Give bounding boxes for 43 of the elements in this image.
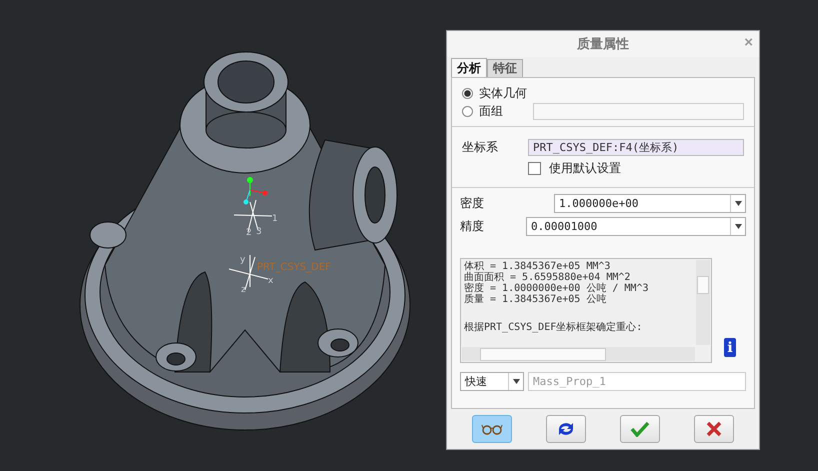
result-line: 体积 = 1.3845367e+05 MM^3 xyxy=(464,261,610,272)
info-icon[interactable]: i xyxy=(724,338,736,357)
density-dropdown[interactable]: 1.000000e+00 xyxy=(554,194,746,213)
caret-icon xyxy=(512,379,520,384)
result-line: 根据PRT_CSYS_DEF坐标框架确定重心: xyxy=(464,322,642,333)
tab[interactable]: 分析 xyxy=(451,58,487,77)
field-label: 密度 xyxy=(460,195,485,212)
axis-label: 2 xyxy=(246,228,252,238)
preview-button[interactable] xyxy=(472,415,512,443)
cancel-button[interactable] xyxy=(694,415,734,443)
radio-button[interactable] xyxy=(462,106,473,116)
radio-label: 实体几何 xyxy=(479,84,527,102)
result-line: 质量 = 1.3845367e+05 公吨 xyxy=(464,294,606,305)
axis-label: 1 xyxy=(272,214,278,224)
checkmark-icon xyxy=(630,421,650,437)
accuracy-dropdown[interactable]: 0.00001000 xyxy=(526,217,746,236)
dialog-title: 质量属性 xyxy=(577,36,629,53)
axis-label: x xyxy=(268,276,274,286)
refresh-icon xyxy=(556,420,576,438)
radio-button[interactable] xyxy=(462,88,473,98)
checkbox[interactable] xyxy=(528,162,541,175)
axis-label: y xyxy=(240,255,246,265)
vertical-scrollbar[interactable] xyxy=(696,260,710,345)
tab[interactable]: 特征 xyxy=(487,59,523,77)
radio-label: 面组 xyxy=(479,102,503,120)
ok-button[interactable] xyxy=(620,415,660,443)
axis-label: 3 xyxy=(256,227,262,237)
horizontal-scrollbar[interactable] xyxy=(462,347,695,361)
field-label: 精度 xyxy=(460,218,485,235)
csys-label: PRT_CSYS_DEF xyxy=(257,262,331,273)
csys-field[interactable]: PRT_CSYS_DEF:F4(坐标系) xyxy=(528,139,744,156)
checkbox-label: 使用默认设置 xyxy=(549,160,621,177)
recompute-button[interactable] xyxy=(546,415,586,443)
result-line: 曲面面积 = 5.6595880e+04 MM^2 xyxy=(464,272,630,283)
mode-dropdown[interactable]: 快速 xyxy=(460,372,524,391)
caret-icon xyxy=(734,201,742,206)
glasses-icon xyxy=(481,423,503,435)
close-icon xyxy=(705,421,723,437)
axis-label: z xyxy=(241,285,246,295)
field-label: 坐标系 xyxy=(462,139,499,156)
caret-icon xyxy=(734,224,742,229)
quilt-field[interactable] xyxy=(533,102,744,120)
result-line: 密度 = 1.0000000e+00 公吨 / MM^3 xyxy=(464,283,648,294)
